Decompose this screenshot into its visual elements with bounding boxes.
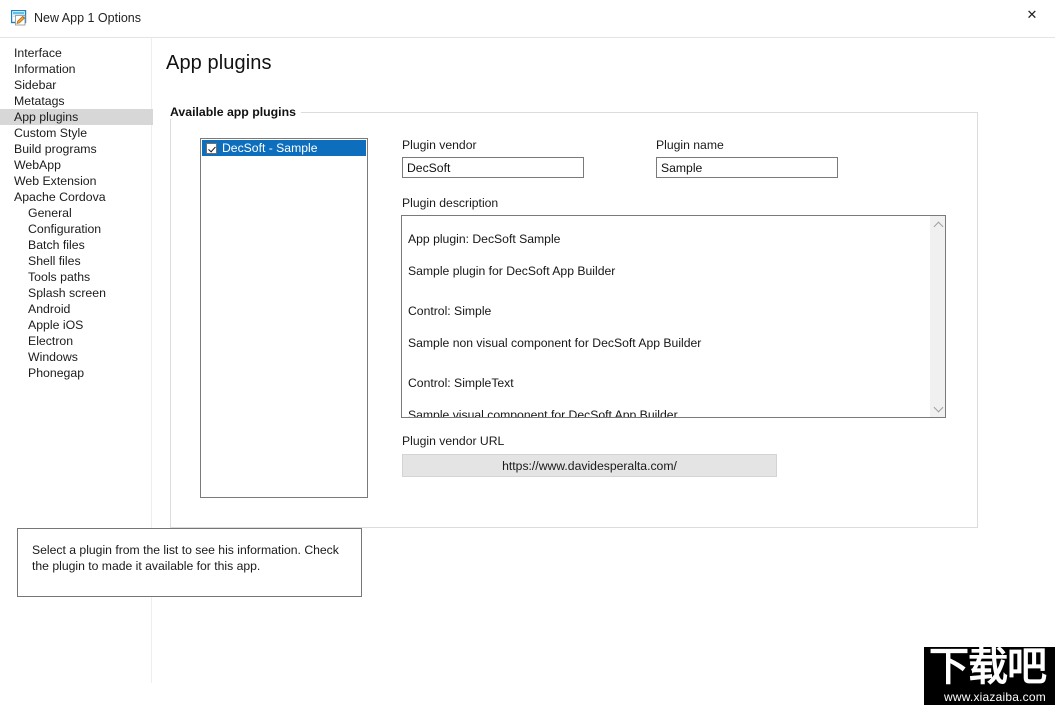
plugin-list-item-label: DecSoft - Sample: [222, 141, 318, 155]
sidebar-item-information[interactable]: Information: [0, 61, 151, 77]
chevron-down-icon[interactable]: [930, 400, 945, 417]
plugin-description-box[interactable]: App plugin: DecSoft Sample Sample plugin …: [401, 215, 946, 418]
plugin-name-input[interactable]: [656, 157, 838, 178]
app-options-icon: [10, 9, 29, 26]
sidebar-item-android[interactable]: Android: [0, 301, 151, 317]
description-line: Control: SimpleText: [408, 376, 514, 390]
title-bar: New App 1 Options ✕: [0, 0, 1055, 38]
sidebar-item-configuration[interactable]: Configuration: [0, 221, 151, 237]
sidebar-item-custom-style[interactable]: Custom Style: [0, 125, 151, 141]
plugin-vendor-url-label: Plugin vendor URL: [402, 434, 505, 448]
sidebar-item-interface[interactable]: Interface: [0, 45, 151, 61]
description-line: [406, 296, 920, 304]
sidebar-item-metatags[interactable]: Metatags: [0, 93, 151, 109]
hint-box: Select a plugin from the list to see his…: [17, 528, 362, 597]
sidebar-item-batch-files[interactable]: Batch files: [0, 237, 151, 253]
sidebar-item-apple-ios[interactable]: Apple iOS: [0, 317, 151, 333]
sidebar-item-windows[interactable]: Windows: [0, 349, 151, 365]
hint-text: Select a plugin from the list to see his…: [32, 543, 339, 573]
sidebar-item-web-extension[interactable]: Web Extension: [0, 173, 151, 189]
sidebar-item-electron[interactable]: Electron: [0, 333, 151, 349]
plugin-description-text: App plugin: DecSoft Sample Sample plugin …: [402, 216, 928, 417]
sidebar-item-build-programs[interactable]: Build programs: [0, 141, 151, 157]
sidebar-item-tools-paths[interactable]: Tools paths: [0, 269, 151, 285]
watermark-url: www.xiazaiba.com: [944, 690, 1046, 704]
sidebar-item-general[interactable]: General: [0, 205, 151, 221]
description-line: [406, 368, 920, 376]
sidebar-item-splash-screen[interactable]: Splash screen: [0, 285, 151, 301]
sidebar-item-sidebar[interactable]: Sidebar: [0, 77, 151, 93]
page-title: App plugins: [166, 52, 272, 74]
sidebar-item-phonegap[interactable]: Phonegap: [0, 365, 151, 381]
plugin-list[interactable]: DecSoft - Sample: [200, 138, 368, 498]
sidebar-item-app-plugins[interactable]: App plugins: [0, 109, 157, 125]
description-line: Sample visual component for DecSoft App …: [408, 408, 678, 417]
site-watermark: 下载吧 www.xiazaiba.com: [924, 647, 1055, 705]
plugin-checkbox[interactable]: [206, 142, 217, 154]
plugin-name-label: Plugin name: [656, 138, 724, 152]
sidebar-item-shell-files[interactable]: Shell files: [0, 253, 151, 269]
watermark-brand: 下载吧: [929, 647, 1047, 689]
plugin-vendor-label: Plugin vendor: [402, 138, 477, 152]
description-scrollbar[interactable]: [929, 216, 945, 417]
description-line: Sample plugin for DecSoft App Builder: [408, 264, 616, 278]
description-line: App plugin: DecSoft Sample: [408, 232, 561, 246]
plugin-vendor-url-button[interactable]: https://www.davidesperalta.com/: [402, 454, 777, 477]
plugin-vendor-input[interactable]: [402, 157, 584, 178]
chevron-up-icon[interactable]: [930, 216, 945, 233]
sidebar-item-apache-cordova[interactable]: Apache Cordova: [0, 189, 151, 205]
description-line: Sample non visual component for DecSoft …: [408, 336, 702, 350]
close-button[interactable]: ✕: [1009, 0, 1055, 30]
sidebar-item-webapp[interactable]: WebApp: [0, 157, 151, 173]
window-title: New App 1 Options: [34, 11, 142, 25]
plugin-list-item[interactable]: DecSoft - Sample: [202, 140, 366, 156]
description-line: Control: Simple: [408, 304, 492, 318]
groupbox-label: Available app plugins: [165, 105, 301, 119]
plugin-description-label: Plugin description: [402, 196, 499, 210]
